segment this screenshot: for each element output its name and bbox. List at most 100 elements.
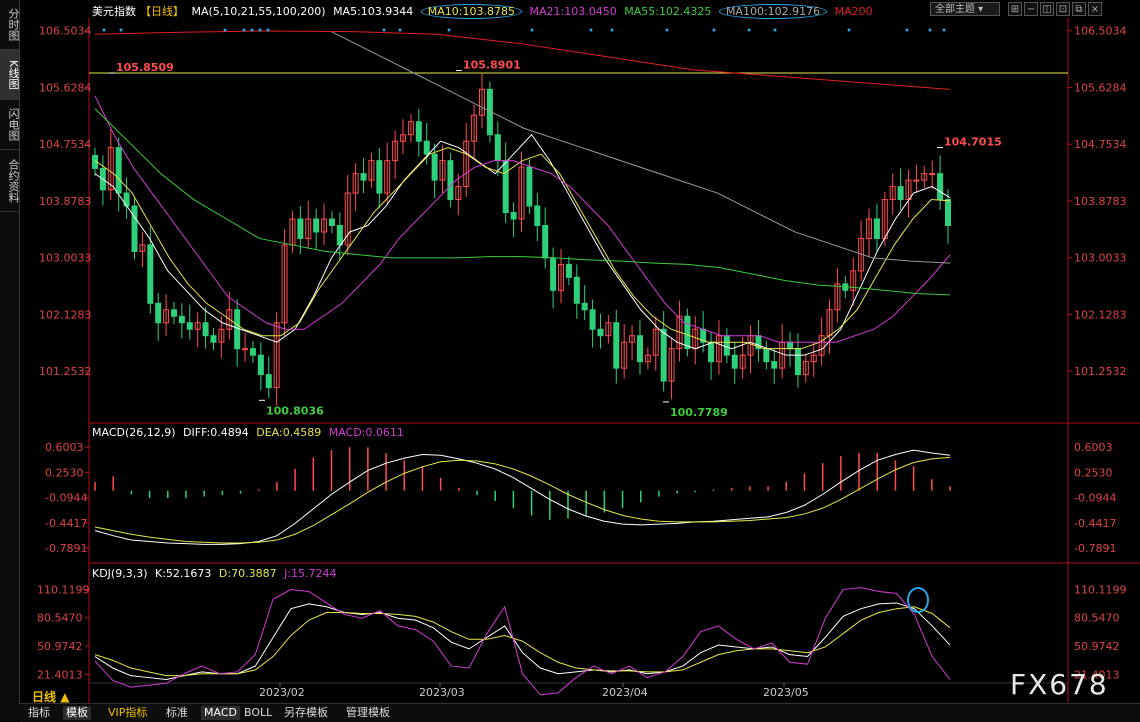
event-dot: [382, 28, 386, 32]
candle-body: [376, 160, 383, 194]
ma21-value: MA21:103.0450: [529, 5, 617, 18]
candle-body: [249, 348, 256, 356]
macd-y-label-left: -0.4417: [45, 517, 87, 530]
candle-body: [945, 199, 951, 226]
close-icon[interactable]: ×: [1088, 2, 1102, 16]
candle-body: [873, 218, 880, 239]
candle-body: [494, 134, 501, 162]
candle-body: [147, 244, 154, 304]
macd-line-dea: [94, 456, 951, 544]
event-dot: [773, 28, 777, 32]
instrument-name: 美元指数: [92, 5, 136, 18]
candle-body: [297, 218, 304, 239]
y-tick-label-right: 106.5034: [1074, 25, 1127, 38]
price-annotation: 100.7789: [670, 406, 728, 419]
candle-body: [431, 153, 438, 181]
macd-header: MACD(26,12,9) DIFF:0.4894 DEA:0.4589 MAC…: [92, 426, 408, 439]
ma100-value: MA100:102.9176: [718, 4, 828, 19]
theme-dropdown-label: 全部主题: [935, 4, 975, 15]
chart-canvas[interactable]: 106.5034 106.5034 105.6284 105.6284 104.7534…: [0, 0, 1140, 721]
price-annotation: 100.8036: [266, 404, 324, 417]
macd-y-label-right: 0.6003: [1074, 441, 1113, 454]
watermark-logo: FX678: [1010, 668, 1109, 701]
event-dot: [589, 28, 593, 32]
candle-body: [115, 147, 122, 194]
event-dot: [223, 28, 227, 32]
event-dot: [119, 28, 123, 32]
candle-body: [708, 341, 715, 363]
event-dot: [242, 28, 246, 32]
candle-body: [178, 315, 185, 324]
minimize-icon[interactable]: −: [1024, 2, 1038, 16]
macd-y-label-left: -0.7891: [45, 542, 87, 555]
event-dot: [398, 28, 402, 32]
main-chart-header: 美元指数 【日线】 MA(5,10,21,55,100,200) MA5:103.…: [92, 3, 877, 19]
candle-body: [589, 309, 596, 330]
candle-body: [937, 173, 944, 201]
y-tick-label-left: 106.5034: [39, 25, 92, 38]
expand-icon[interactable]: ⊞: [1008, 2, 1022, 16]
candle-body: [684, 315, 691, 350]
tab-indicator[interactable]: 指标: [25, 706, 53, 720]
theme-dropdown[interactable]: 全部主题 ▾: [930, 2, 1000, 16]
y-tick-label-right: 103.8783: [1074, 195, 1127, 208]
candle-body: [123, 192, 130, 207]
kdj-k: K:52.1673: [155, 567, 212, 580]
candle-body: [234, 309, 241, 350]
candle-body: [731, 354, 738, 369]
grid-icon[interactable]: ⊡: [1056, 2, 1070, 16]
macd-y-label-left: 0.6003: [45, 441, 84, 454]
candle-body: [723, 335, 730, 356]
ma5-value: MA5:103.9344: [333, 5, 414, 18]
y-tick-label-left: 105.6284: [39, 81, 92, 94]
tab-macd[interactable]: MACD: [201, 706, 240, 720]
kdj-y-label-left: 21.4013: [37, 668, 83, 681]
candle-body: [542, 224, 549, 259]
candle-body: [787, 341, 794, 350]
candle-body: [336, 224, 343, 246]
overlay-icon[interactable]: ⧉: [1072, 2, 1086, 16]
ma55-value: MA55:102.4325: [624, 5, 712, 18]
tab-boll[interactable]: BOLL: [241, 706, 275, 720]
candle-body: [328, 218, 335, 226]
price-annotation: 104.7015: [944, 136, 1002, 149]
candle-body: [913, 179, 920, 182]
y-tick-label-left: 102.1283: [39, 308, 92, 321]
macd-y-label-right: -0.4417: [1074, 517, 1116, 530]
y-tick-label-left: 103.0033: [39, 252, 92, 265]
kdj-header: KDJ(9,3,3) K:52.1673 D:70.3887 J:15.7244: [92, 567, 341, 580]
candle-body: [265, 374, 272, 389]
tab-save-template[interactable]: 另存模板: [281, 706, 331, 720]
candle-body: [565, 263, 572, 278]
tab-manage-template[interactable]: 管理模板: [343, 706, 393, 720]
macd-dea: DEA:0.4589: [256, 426, 322, 439]
event-dot: [610, 28, 614, 32]
macd-name: MACD(26,12,9): [92, 426, 176, 439]
candle-body: [510, 212, 517, 220]
candle-body: [636, 335, 643, 363]
candle-body: [202, 322, 209, 337]
y-tick-label-right: 101.2532: [1074, 365, 1127, 378]
candle-body: [415, 121, 422, 142]
kdj-y-label-left: 110.1199: [37, 583, 90, 596]
x-tick-label: 2023/02: [259, 686, 305, 699]
kdj-y-label-right: 80.5470: [1074, 612, 1120, 625]
kdj-y-label-left: 80.5470: [37, 612, 83, 625]
macd-diff: DIFF:0.4894: [183, 426, 249, 439]
candle-body: [526, 166, 533, 207]
tab-standard[interactable]: 标准: [163, 706, 191, 720]
event-dot: [928, 28, 932, 32]
candle-body: [573, 276, 580, 304]
event-dot: [665, 28, 669, 32]
x-tick-label: 2023/04: [602, 686, 648, 699]
tab-vip-indicator[interactable]: VIP指标: [105, 706, 150, 720]
candle-body: [502, 160, 509, 214]
restore-icon[interactable]: ◫: [1040, 2, 1054, 16]
candle-body: [534, 205, 541, 226]
kdj-name: KDJ(9,3,3): [92, 567, 148, 580]
candle-body: [660, 328, 667, 382]
event-dot: [712, 28, 716, 32]
kdj-y-label-left: 50.9742: [37, 640, 83, 653]
event-dot: [942, 28, 946, 32]
tab-template[interactable]: 模板: [63, 706, 91, 720]
